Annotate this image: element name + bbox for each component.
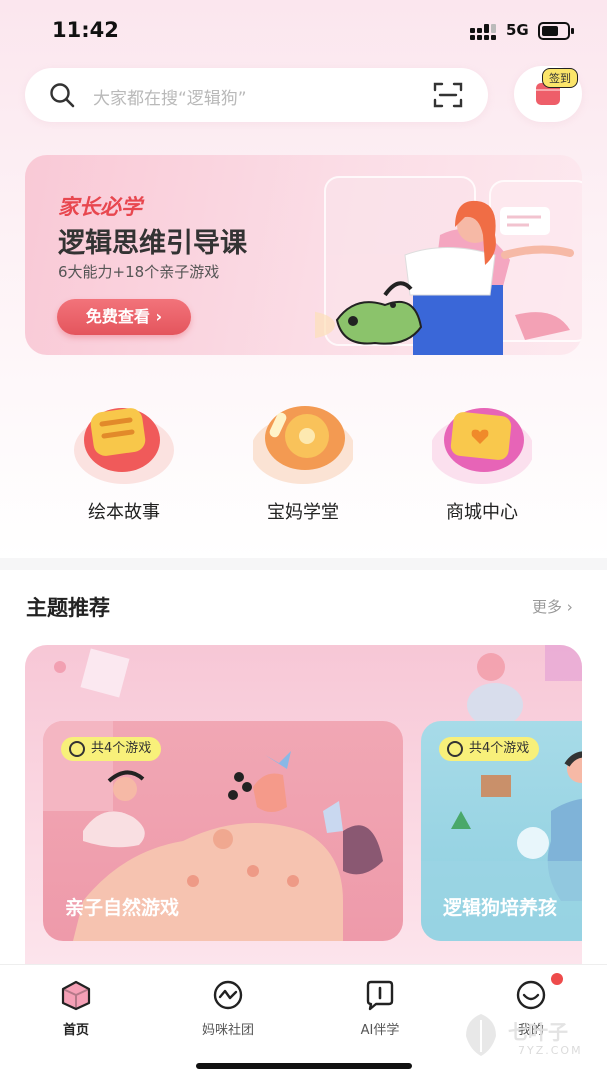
signal-icon xyxy=(470,24,496,40)
tab-home[interactable]: 首页 xyxy=(26,977,126,1038)
banner-title: 逻辑思维引导课 xyxy=(58,228,247,259)
tab-label: 妈咪社团 xyxy=(201,1023,254,1038)
game-card[interactable]: 共4个游戏 逻辑狗培养孩 xyxy=(421,721,582,941)
entry-shop-center[interactable]: 商城中心 xyxy=(422,392,542,532)
quick-entries: 绘本故事 宝妈学堂 商城中心 xyxy=(0,392,607,532)
tab-ai-study[interactable]: AI伴学 xyxy=(330,977,430,1038)
search-input[interactable]: 大家都在搜“逻辑狗” xyxy=(93,84,247,109)
ai-chat-icon xyxy=(366,980,394,1011)
battery-icon xyxy=(538,22,574,40)
banner-kicker: 家长必学 xyxy=(58,195,142,219)
status-bar: 11:42 5G xyxy=(0,0,607,62)
watermark-sub: 7YZ.COM xyxy=(518,1044,583,1057)
tab-label: 首页 xyxy=(62,1023,89,1038)
game-icon xyxy=(69,741,85,757)
banner-subtitle: 6大能力+18个亲子游戏 xyxy=(58,263,220,281)
disc-icon xyxy=(253,406,353,484)
home-indicator xyxy=(196,1063,412,1069)
entry-label: 绘本故事 xyxy=(88,502,160,523)
badge-text: 共4个游戏 xyxy=(469,741,530,756)
entry-label: 宝妈学堂 xyxy=(267,502,339,523)
community-icon xyxy=(213,980,243,1010)
badge-text: 共4个游戏 xyxy=(91,741,152,756)
signin-badge: 签到 xyxy=(542,68,578,88)
tab-community[interactable]: 妈咪社团 xyxy=(178,977,278,1038)
scan-icon[interactable] xyxy=(433,81,463,109)
search-icon xyxy=(50,83,75,108)
theme-carousel[interactable]: 共4个游戏 亲子自然游戏 共4个游戏 逻辑狗培养孩 xyxy=(25,645,582,965)
notification-dot xyxy=(551,973,563,985)
tab-label: AI伴学 xyxy=(360,1023,400,1038)
watermark-text: 七叶子 xyxy=(508,1020,568,1044)
network-type: 5G xyxy=(506,21,529,39)
more-link[interactable]: 更多 › xyxy=(532,596,573,617)
book-icon xyxy=(74,408,174,484)
section-divider xyxy=(0,558,607,570)
banner-illustration xyxy=(315,176,582,355)
section-title: 主题推荐 xyxy=(26,596,110,620)
entry-label: 商城中心 xyxy=(446,502,518,523)
entry-picture-books[interactable]: 绘本故事 xyxy=(64,392,184,532)
promo-banner[interactable]: 家长必学 逻辑思维引导课 6大能力+18个亲子游戏 免费查看 › xyxy=(25,155,582,355)
leaf-icon xyxy=(466,1014,496,1056)
free-view-button[interactable]: 免费查看 › xyxy=(57,299,191,335)
game-title: 逻辑狗培养孩 xyxy=(443,897,558,919)
game-count-badge: 共4个游戏 xyxy=(439,737,540,761)
home-icon xyxy=(61,980,91,1011)
game-title: 亲子自然游戏 xyxy=(65,897,180,919)
game-card[interactable]: 共4个游戏 亲子自然游戏 xyxy=(43,721,403,941)
game-count-badge: 共4个游戏 xyxy=(61,737,162,761)
entry-mom-school[interactable]: 宝妈学堂 xyxy=(243,392,363,532)
signin-button[interactable]: 签到 xyxy=(514,66,582,122)
watermark-logo: 七叶子 7YZ.COM xyxy=(456,1006,596,1062)
search-bar[interactable]: 大家都在搜“逻辑狗” xyxy=(25,68,488,122)
status-time: 11:42 xyxy=(52,18,119,42)
game-icon xyxy=(447,741,463,757)
shop-box-icon xyxy=(432,408,532,484)
